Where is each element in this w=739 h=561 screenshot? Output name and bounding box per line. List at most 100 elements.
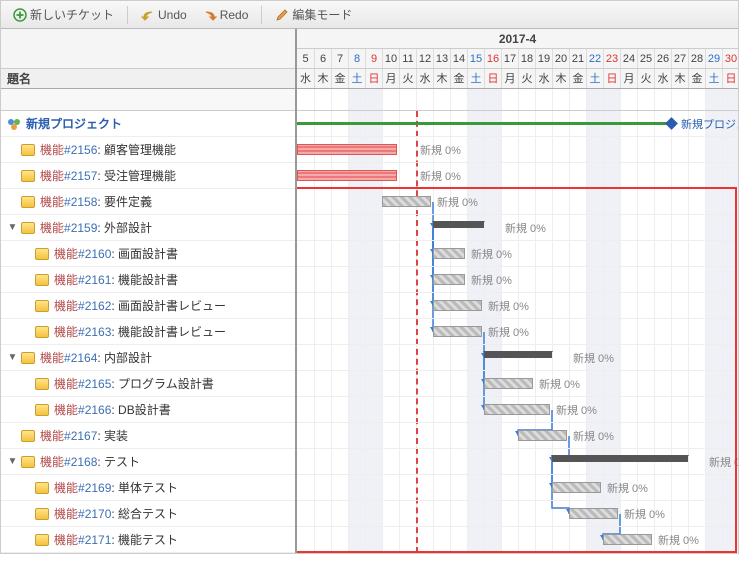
tree-toggle[interactable]: ▼ <box>7 352 18 363</box>
task-row[interactable]: 機能 #2157: 受注管理機能 <box>1 163 295 189</box>
timeline-row[interactable]: 新規 0% <box>297 137 738 163</box>
task-id[interactable]: #2167 <box>64 429 97 443</box>
timeline-row[interactable]: 新規 0% <box>297 189 738 215</box>
task-id[interactable]: #2164 <box>64 351 97 365</box>
edit-mode-button[interactable]: 編集モード <box>269 4 358 25</box>
day-header-cell[interactable]: 19 <box>535 49 552 68</box>
task-id[interactable]: #2156 <box>64 143 97 157</box>
task-id[interactable]: #2171 <box>78 533 111 547</box>
undo-button[interactable]: Undo <box>135 6 193 24</box>
task-row[interactable]: 機能 #2158: 要件定義 <box>1 189 295 215</box>
gantt-bar[interactable] <box>433 274 465 285</box>
project-summary-bar[interactable] <box>297 122 671 125</box>
day-header-cell[interactable]: 26 <box>654 49 671 68</box>
timeline-row[interactable]: 新規 0% <box>297 371 738 397</box>
day-header-cell[interactable]: 17 <box>501 49 518 68</box>
day-header-cell[interactable]: 11 <box>399 49 416 68</box>
timeline-row[interactable]: 新規 0% <box>297 267 738 293</box>
gantt-bar[interactable] <box>433 300 482 311</box>
gantt-bar[interactable] <box>484 404 550 415</box>
day-header-cell[interactable]: 10 <box>382 49 399 68</box>
gantt-bar[interactable] <box>382 196 431 207</box>
redo-button[interactable]: Redo <box>197 6 255 24</box>
task-row[interactable]: 機能 #2163: 機能設計書レビュー <box>1 319 295 345</box>
timeline-row[interactable]: 新規 0% <box>297 423 738 449</box>
task-id[interactable]: #2162 <box>78 299 111 313</box>
task-id[interactable]: #2165 <box>78 377 111 391</box>
timeline-row[interactable]: 新規 0% <box>297 475 738 501</box>
project-milestone[interactable] <box>665 117 678 130</box>
task-row[interactable]: 機能 #2162: 画面設計書レビュー <box>1 293 295 319</box>
gantt-bar[interactable] <box>569 508 618 519</box>
day-header-cell[interactable]: 16 <box>484 49 501 68</box>
project-row[interactable]: 新規プロジェクト <box>1 111 295 137</box>
timeline-row-project[interactable]: 新規プロジェクト <box>297 111 738 137</box>
day-header-cell[interactable]: 28 <box>688 49 705 68</box>
task-id[interactable]: #2168 <box>64 455 97 469</box>
title-column-header[interactable]: 題名 <box>1 69 295 89</box>
task-id[interactable]: #2159 <box>64 221 97 235</box>
timeline-row[interactable]: 新規 0% <box>297 501 738 527</box>
task-id[interactable]: #2169 <box>78 481 111 495</box>
timeline-row[interactable]: 新規 0% <box>297 449 738 475</box>
task-row[interactable]: ▼機能 #2159: 外部設計 <box>1 215 295 241</box>
gantt-bar[interactable] <box>484 351 552 358</box>
task-row[interactable]: ▼機能 #2168: テスト <box>1 449 295 475</box>
gantt-bar[interactable] <box>603 534 652 545</box>
gantt-bar[interactable] <box>433 221 484 228</box>
task-row[interactable]: 機能 #2161: 機能設計書 <box>1 267 295 293</box>
day-header-cell[interactable]: 29 <box>705 49 722 68</box>
task-id[interactable]: #2170 <box>78 507 111 521</box>
task-row[interactable]: 機能 #2165: プログラム設計書 <box>1 371 295 397</box>
day-header-cell[interactable]: 6 <box>314 49 331 68</box>
gantt-bar[interactable] <box>433 248 465 259</box>
day-header-cell[interactable]: 15 <box>467 49 484 68</box>
day-header-cell[interactable]: 12 <box>416 49 433 68</box>
day-header-cell[interactable]: 25 <box>637 49 654 68</box>
timeline-row[interactable]: 新規 0% <box>297 319 738 345</box>
day-header-cell[interactable]: 14 <box>450 49 467 68</box>
day-header-cell[interactable]: 18 <box>518 49 535 68</box>
timeline-row[interactable]: 新規 0% <box>297 345 738 371</box>
task-row[interactable]: 機能 #2170: 総合テスト <box>1 501 295 527</box>
timeline-row[interactable]: 新規 0% <box>297 293 738 319</box>
timeline-row[interactable]: 新規 0% <box>297 397 738 423</box>
task-id[interactable]: #2163 <box>78 325 111 339</box>
gantt-bar[interactable] <box>297 170 397 181</box>
gantt-bar[interactable] <box>552 455 688 462</box>
gantt-bar[interactable] <box>297 144 397 155</box>
timeline-body[interactable]: 新規プロジェクト 新規 0%新規 0%新規 0%新規 0%新規 0%新規 0%新… <box>297 111 738 553</box>
timeline-row[interactable]: 新規 0% <box>297 527 738 553</box>
day-header-cell[interactable]: 22 <box>586 49 603 68</box>
day-header-cell[interactable]: 5 <box>297 49 314 68</box>
task-row[interactable]: 機能 #2169: 単体テスト <box>1 475 295 501</box>
day-header-cell[interactable]: 21 <box>569 49 586 68</box>
task-id[interactable]: #2166 <box>78 403 111 417</box>
gantt-bar[interactable] <box>552 482 601 493</box>
task-id[interactable]: #2158 <box>64 195 97 209</box>
task-row[interactable]: 機能 #2171: 機能テスト <box>1 527 295 553</box>
task-row[interactable]: 機能 #2166: DB設計書 <box>1 397 295 423</box>
day-header-cell[interactable]: 27 <box>671 49 688 68</box>
gantt-bar[interactable] <box>433 326 482 337</box>
task-row[interactable]: 機能 #2156: 顧客管理機能 <box>1 137 295 163</box>
day-header-cell[interactable]: 30 <box>722 49 738 68</box>
day-header-cell[interactable]: 8 <box>348 49 365 68</box>
tree-toggle[interactable]: ▼ <box>7 222 18 233</box>
day-header-cell[interactable]: 20 <box>552 49 569 68</box>
day-header-cell[interactable]: 13 <box>433 49 450 68</box>
task-row[interactable]: ▼機能 #2164: 内部設計 <box>1 345 295 371</box>
day-header-cell[interactable]: 9 <box>365 49 382 68</box>
gantt-bar[interactable] <box>484 378 533 389</box>
gantt-bar[interactable] <box>518 430 567 441</box>
task-row[interactable]: 機能 #2160: 画面設計書 <box>1 241 295 267</box>
task-id[interactable]: #2160 <box>78 247 111 261</box>
timeline-row[interactable]: 新規 0% <box>297 215 738 241</box>
task-id[interactable]: #2161 <box>78 273 111 287</box>
timeline-row[interactable]: 新規 0% <box>297 241 738 267</box>
day-header-cell[interactable]: 7 <box>331 49 348 68</box>
timeline-row[interactable]: 新規 0% <box>297 163 738 189</box>
task-row[interactable]: 機能 #2167: 実装 <box>1 423 295 449</box>
tree-toggle[interactable]: ▼ <box>7 456 18 467</box>
day-header-cell[interactable]: 24 <box>620 49 637 68</box>
